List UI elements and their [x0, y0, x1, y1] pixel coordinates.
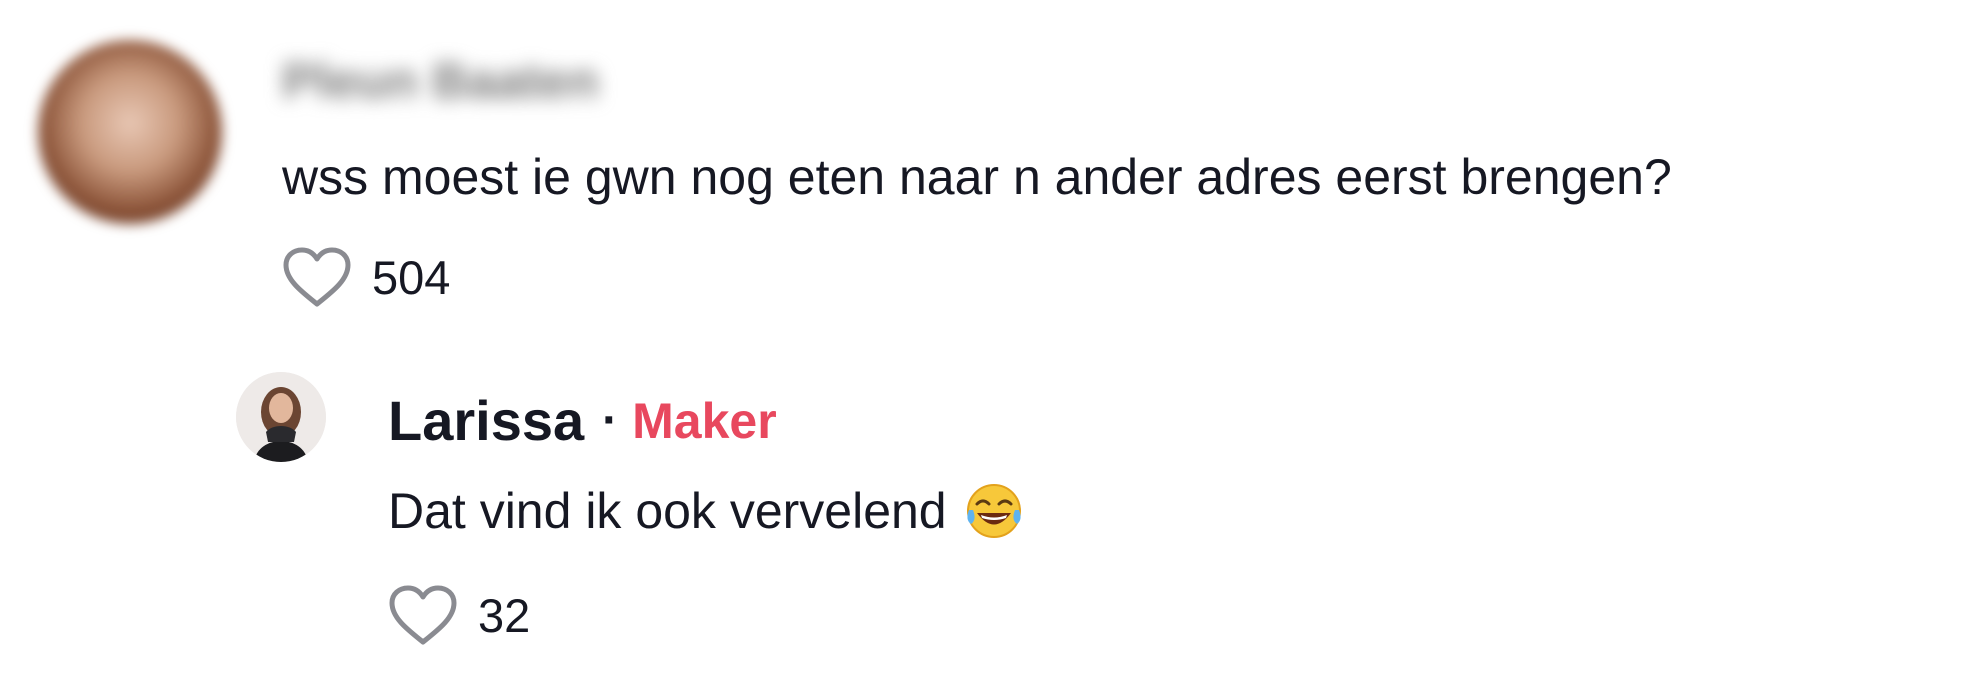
separator-dot: ·: [602, 394, 619, 447]
like-count: 32: [478, 588, 531, 642]
comment-username[interactable]: Pleun Baaten: [282, 52, 599, 110]
comment-text: wss moest ie gwn nog eten naar n ander a…: [282, 149, 1672, 205]
creator-badge: Maker: [632, 392, 777, 449]
comment-item: Pleun Baaten wss moest ie gwn nog eten n…: [0, 0, 1968, 330]
heart-outline-icon[interactable]: [388, 584, 458, 646]
like-button[interactable]: 504: [282, 246, 450, 308]
avatar[interactable]: [38, 40, 222, 224]
reply-header: Larissa · Maker: [388, 388, 777, 453]
face-with-tears-of-joy-icon: [963, 480, 1025, 542]
like-button[interactable]: 32: [388, 584, 530, 646]
avatar[interactable]: [236, 372, 326, 462]
reply-text: Dat vind ik ook vervelend: [388, 483, 947, 539]
heart-outline-icon[interactable]: [282, 246, 352, 308]
like-count: 504: [372, 250, 451, 304]
reply-item: Larissa · Maker Dat vind ik ook vervelen…: [0, 360, 1968, 686]
reply-username[interactable]: Larissa: [388, 388, 584, 453]
reply-text-row: Dat vind ik ook vervelend: [388, 480, 1025, 542]
